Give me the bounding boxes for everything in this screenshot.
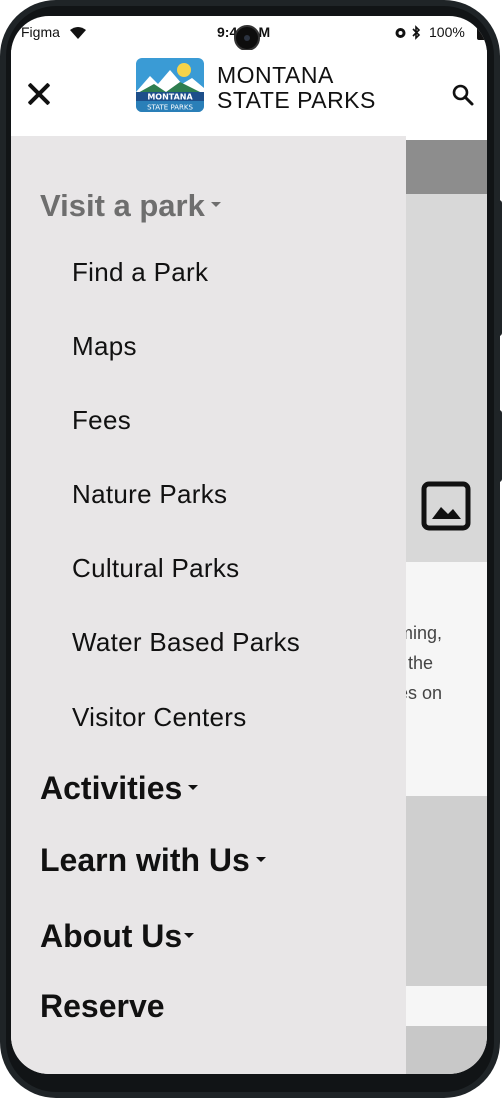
background-footer bbox=[406, 1026, 487, 1074]
power-button bbox=[496, 200, 502, 336]
caret-down-icon bbox=[210, 202, 221, 208]
alarm-icon bbox=[395, 28, 406, 38]
screen: Figma 9:41 AM 100% MONTANA STATE PARKS M… bbox=[11, 16, 487, 1074]
menu-learn-with-us-label: Learn with Us bbox=[40, 842, 250, 878]
search-icon[interactable] bbox=[451, 83, 475, 107]
menu-reserve-label: Reserve bbox=[40, 988, 165, 1024]
menu-activities-label: Activities bbox=[40, 770, 183, 806]
menu-reserve[interactable]: Reserve bbox=[40, 988, 165, 1025]
carrier-label: Figma bbox=[21, 24, 60, 40]
navigation-drawer: Visit a park Find a Park Maps Fees Natur… bbox=[11, 136, 406, 1074]
menu-activities[interactable]: Activities bbox=[40, 770, 199, 807]
brand-line-2: STATE PARKS bbox=[217, 87, 376, 113]
menu-item-visitor-centers[interactable]: Visitor Centers bbox=[72, 702, 247, 733]
battery-label: 100% bbox=[429, 24, 465, 40]
menu-item-water-based-parks[interactable]: Water Based Parks bbox=[72, 627, 300, 658]
menu-item-nature-parks[interactable]: Nature Parks bbox=[72, 479, 227, 510]
volume-button bbox=[496, 410, 502, 482]
status-bar: Figma 9:41 AM 100% bbox=[11, 16, 487, 51]
menu-item-maps[interactable]: Maps bbox=[72, 331, 137, 362]
image-icon bbox=[421, 481, 471, 531]
caret-down-icon bbox=[255, 857, 266, 863]
logo-text-line2: STATE PARKS bbox=[147, 104, 193, 112]
background-text-line: f the bbox=[406, 653, 434, 673]
menu-item-find-a-park[interactable]: Find a Park bbox=[72, 257, 208, 288]
background-banner bbox=[406, 140, 487, 194]
background-card-text: ming, f the es on bbox=[406, 618, 487, 708]
caret-down-icon bbox=[188, 785, 199, 791]
caret-down-icon bbox=[184, 933, 195, 939]
wifi-icon bbox=[70, 27, 86, 39]
background-text-line: es on bbox=[406, 683, 443, 703]
bluetooth-icon bbox=[412, 25, 421, 40]
menu-item-fees[interactable]: Fees bbox=[72, 405, 131, 436]
brand-title[interactable]: MONTANA STATE PARKS bbox=[217, 63, 376, 113]
front-camera bbox=[234, 25, 260, 51]
menu-visit-a-park[interactable]: Visit a park bbox=[40, 188, 221, 224]
menu-about-us-label: About Us bbox=[40, 918, 183, 954]
menu-learn-with-us[interactable]: Learn with Us bbox=[40, 842, 266, 879]
menu-visit-a-park-label: Visit a park bbox=[40, 188, 205, 223]
close-icon[interactable] bbox=[25, 80, 53, 108]
menu-item-cultural-parks[interactable]: Cultural Parks bbox=[72, 553, 239, 584]
battery-icon bbox=[477, 26, 487, 40]
background-text-line: ming, bbox=[406, 623, 443, 643]
menu-about-us[interactable]: About Us bbox=[40, 918, 195, 955]
background-divider bbox=[406, 986, 487, 1026]
brand-line-1: MONTANA bbox=[217, 62, 334, 88]
montana-state-parks-logo[interactable]: MONTANA STATE PARKS bbox=[136, 58, 204, 112]
logo-text-line1: MONTANA bbox=[147, 93, 193, 102]
background-section bbox=[406, 796, 487, 986]
